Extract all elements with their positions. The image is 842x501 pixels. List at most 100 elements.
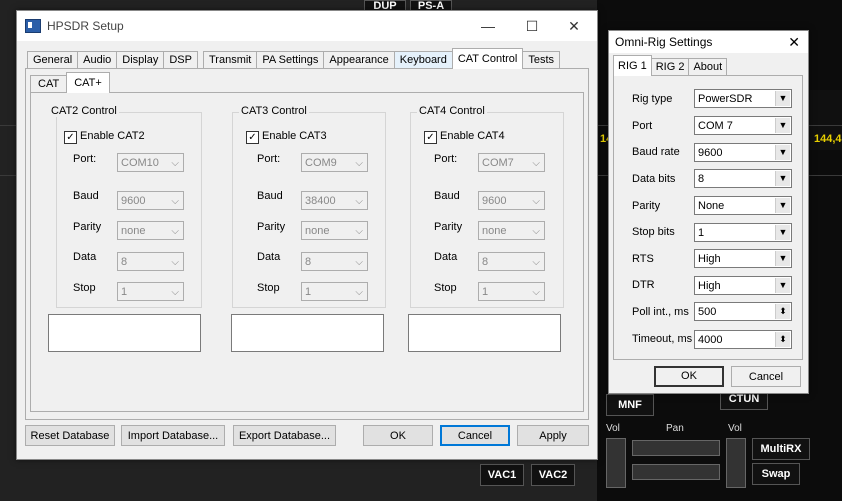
tab-keyboard[interactable]: Keyboard [393,51,453,69]
cat3-parity-label: Parity [257,221,286,233]
tab-appearance[interactable]: Appearance [323,51,395,69]
tab-audio[interactable]: Audio [77,51,118,69]
chevron-down-icon: ⌵ [171,257,179,268]
parity-select[interactable]: None ▼ [694,196,792,215]
timeout-label: Timeout, ms [632,333,693,345]
mnf-button[interactable]: MNF [606,394,654,416]
dtr-select[interactable]: High ▼ [694,276,792,295]
cat2-data-select[interactable]: 8 ⌵ [117,252,184,271]
tab-pa-settings[interactable]: PA Settings [256,51,325,69]
chevron-down-icon: ⌵ [171,196,179,207]
maximize-icon[interactable]: ☐ [509,11,555,41]
cat3-group: CAT3 Control ✓ Enable CAT3 Port: COM9 ⌵ B… [232,105,386,308]
rts-select[interactable]: High ▼ [694,249,792,268]
cat2-port-label: Port: [73,153,97,165]
tab-display[interactable]: Display [116,51,165,69]
enable-cat2-checkbox[interactable]: ✓ [64,131,77,144]
port-select[interactable]: COM 7 ▼ [694,116,792,135]
pan-label: Pan [666,423,684,434]
tab-rig1[interactable]: RIG 1 [613,55,652,76]
cat2-data-label: Data [73,251,97,263]
cat3-stop-label: Stop [257,282,280,294]
minimize-icon[interactable]: — [465,11,511,41]
chevron-down-icon: ▼ [775,118,790,133]
cat3-group-title: CAT3 Control [239,105,309,117]
chevron-down-icon: ⌵ [171,287,179,298]
cat4-stop-label: Stop [434,282,457,294]
cat3-data-select[interactable]: 8 ⌵ [301,252,368,271]
multirx-button[interactable]: MultiRX [752,438,810,460]
export-database-button[interactable]: Export Database... [233,425,336,446]
omnirig-cancel-button[interactable]: Cancel [731,366,801,387]
reset-database-button[interactable]: Reset Database [25,425,115,446]
cat4-baud-select[interactable]: 9600 ⌵ [478,191,545,210]
import-database-button[interactable]: Import Database... [121,425,225,446]
cat4-group: CAT4 Control ✓ Enable CAT4 Port: COM7 ⌵ B… [410,105,564,308]
stop-bits-select[interactable]: 1 ▼ [694,223,792,242]
baud-rate-label: Baud rate [632,146,680,158]
cat4-data-label: Data [434,251,458,263]
cat4-stop-select[interactable]: 1 ⌵ [478,282,545,301]
app-icon [25,19,41,33]
close-icon[interactable]: ✕ [788,31,800,53]
cat3-parity-select[interactable]: none ⌵ [301,221,368,240]
ok-button[interactable]: OK [363,425,433,446]
spin-arrows-icon[interactable]: ⬍ [775,332,790,347]
tab-dsp[interactable]: DSP [163,51,198,69]
cat4-data-select[interactable]: 8 ⌵ [478,252,545,271]
cancel-button[interactable]: Cancel [440,425,510,446]
cat2-port-select[interactable]: COM10 ⌵ [117,153,184,172]
enable-cat4-label: Enable CAT4 [440,130,505,142]
pan-slider[interactable] [632,440,720,456]
rig-type-select[interactable]: PowerSDR ▼ [694,89,792,108]
spin-arrows-icon[interactable]: ⬍ [775,304,790,319]
omnirig-ok-button[interactable]: OK [654,366,724,387]
cat2-status-box[interactable] [48,314,201,352]
tab-cat-plus[interactable]: CAT+ [66,72,110,93]
vol-slider[interactable] [606,438,626,488]
cat4-port-select[interactable]: COM7 ⌵ [478,153,545,172]
cat2-stop-select[interactable]: 1 ⌵ [117,282,184,301]
pan-slider-2[interactable] [632,464,720,480]
chevron-down-icon: ⌵ [532,287,540,298]
vac1-button[interactable]: VAC1 [480,464,524,486]
timeout-spinner[interactable]: 4000 ⬍ [694,330,792,349]
data-bits-select[interactable]: 8 ▼ [694,169,792,188]
enable-cat3-checkbox[interactable]: ✓ [246,131,259,144]
stop-bits-label: Stop bits [632,226,675,238]
poll-interval-spinner[interactable]: 500 ⬍ [694,302,792,321]
cat2-baud-select[interactable]: 9600 ⌵ [117,191,184,210]
baud-rate-select[interactable]: 9600 ▼ [694,143,792,162]
chevron-down-icon: ▼ [775,225,790,240]
cat4-status-box[interactable] [408,314,561,352]
cat3-baud-select[interactable]: 38400 ⌵ [301,191,368,210]
chevron-down-icon: ▼ [775,145,790,160]
omnirig-tabs: RIG 1 RIG 2 About [613,55,728,76]
sub-tabs: CAT CAT+ [30,72,110,93]
cat3-data-label: Data [257,251,281,263]
tab-cat-control[interactable]: CAT Control [451,48,524,69]
tab-about[interactable]: About [688,58,728,76]
vol-slider-2[interactable] [726,438,746,488]
tab-tests[interactable]: Tests [522,51,561,69]
tab-cat[interactable]: CAT [30,75,68,93]
swap-button[interactable]: Swap [752,463,800,485]
cat3-status-box[interactable] [231,314,384,352]
tab-rig2[interactable]: RIG 2 [650,58,690,76]
cat2-parity-select[interactable]: none ⌵ [117,221,184,240]
cat2-baud-label: Baud [73,190,99,202]
tab-transmit[interactable]: Transmit [202,51,258,69]
cat3-port-select[interactable]: COM9 ⌵ [301,153,368,172]
omnirig-titlebar: Omni-Rig Settings ✕ [609,31,808,53]
close-icon[interactable]: ✕ [551,11,597,41]
enable-cat4-checkbox[interactable]: ✓ [424,131,437,144]
cat3-stop-select[interactable]: 1 ⌵ [301,282,368,301]
chevron-down-icon: ⌵ [355,226,363,237]
poll-interval-label: Poll int., ms [632,306,689,318]
apply-button[interactable]: Apply [517,425,589,446]
vac2-button[interactable]: VAC2 [531,464,575,486]
cat4-parity-select[interactable]: none ⌵ [478,221,545,240]
cat2-parity-label: Parity [73,221,102,233]
chevron-down-icon: ▼ [775,171,790,186]
tab-general[interactable]: General [27,51,79,69]
